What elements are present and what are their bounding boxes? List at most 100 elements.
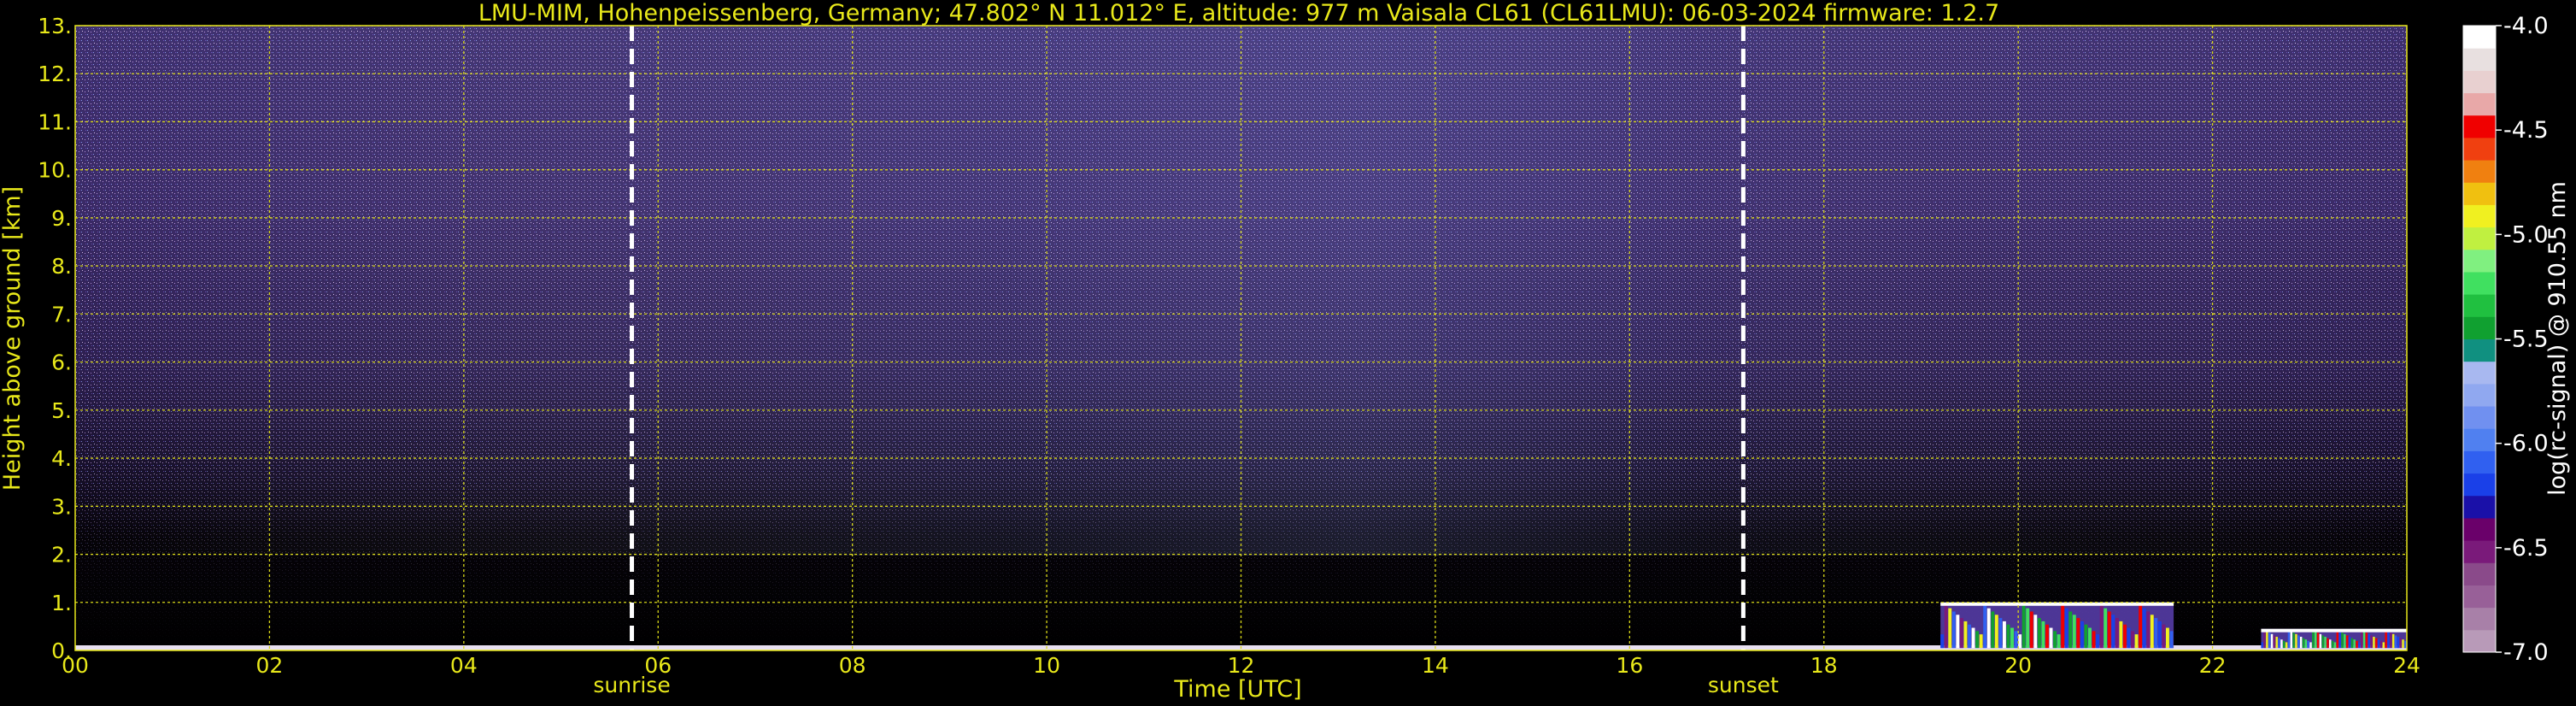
cloud-streak: [2319, 633, 2322, 649]
cloud-streak: [2373, 637, 2375, 649]
colorbar-cell: [2463, 450, 2496, 474]
y-tick-label: 12.: [38, 62, 72, 86]
colorbar-cell: [2463, 406, 2496, 429]
colorbar-cell: [2463, 383, 2496, 407]
cloud-streak: [1951, 611, 1956, 649]
colorbar-cell: [2463, 115, 2496, 138]
cloud-streak: [2268, 632, 2271, 649]
cloud-streak: [2026, 608, 2030, 649]
y-tick-label: 9.: [51, 206, 72, 231]
x-axis-label: Time [UTC]: [1173, 676, 1301, 703]
cloud-streak: [2278, 638, 2280, 649]
cloud-streak: [2379, 640, 2383, 649]
cloud-streak: [2370, 635, 2373, 649]
cloud-streak: [2285, 642, 2288, 649]
cloud-streak: [2280, 639, 2283, 649]
cloud-streak: [2037, 618, 2041, 649]
colorbar-cell: [2463, 48, 2496, 71]
colorbar-cell: [2463, 160, 2496, 183]
cloud-streak: [1940, 634, 1945, 649]
y-axis-ticks: 0.1.2.3.4.5.6.7.8.9.10.11.12.13.: [38, 14, 72, 663]
cloud-streak: [2312, 629, 2315, 649]
cloud-streak: [1994, 615, 1998, 649]
x-tick-label: 04: [450, 653, 478, 678]
cloud-streak: [1968, 624, 1971, 649]
cloud-streak: [2273, 635, 2276, 649]
cloud-streak: [2068, 611, 2073, 649]
cloud-streak: [2345, 635, 2349, 649]
cloud-streak: [2088, 627, 2092, 649]
cloud-streak: [2107, 611, 2111, 649]
cloud-streak: [2134, 634, 2139, 649]
colorbar-cell: [2463, 540, 2496, 563]
cloud-streak: [1959, 618, 1963, 649]
sunset-label: sunset: [1708, 673, 1779, 697]
cloud-streak: [2139, 604, 2143, 649]
colorbar-cell: [2463, 227, 2496, 250]
cloud-streak: [2336, 629, 2338, 649]
x-tick-label: 08: [839, 653, 866, 678]
cloud-streak: [2261, 642, 2263, 649]
cloud-streak: [1991, 611, 1995, 649]
cloud-streak: [2368, 633, 2370, 649]
cloud-streak: [2080, 621, 2084, 649]
y-tick-label: 6.: [51, 350, 72, 375]
cloud-streak: [2099, 604, 2104, 649]
colorbar-tick-label: -6.0: [2503, 431, 2549, 457]
cloud-streak: [2169, 631, 2174, 649]
cloud-streak: [2290, 631, 2292, 649]
cloud-streak: [2021, 604, 2026, 649]
cloud-streak: [2360, 629, 2363, 649]
x-tick-label: 20: [2004, 653, 2032, 678]
x-axis-ticks: 00 02 04 06 08 10 12 14 16 18 20 22 24: [62, 653, 2421, 678]
y-axis-label: Height above ground [km]: [0, 186, 26, 491]
cloud-streak: [2297, 635, 2300, 649]
colorbar-cell: [2463, 495, 2496, 519]
y-tick-label: 2.: [51, 543, 72, 568]
cloud-streak: [2314, 631, 2317, 649]
cloud-streak: [2104, 608, 2108, 649]
cloud-streak: [2391, 633, 2395, 649]
colorbar-cell: [2463, 26, 2496, 49]
y-tick-label: 8.: [51, 254, 72, 279]
cloud-streak: [2122, 624, 2127, 649]
x-tick-label: 02: [256, 653, 284, 678]
cloud-streak: [1983, 604, 1987, 649]
cloud-streak: [2150, 615, 2154, 649]
cloud-streak: [2131, 631, 2134, 649]
cloud-streak: [2157, 621, 2162, 649]
cloud-streak: [2295, 633, 2297, 649]
cloud-streak: [2049, 627, 2053, 649]
colorbar: -4.0 -4.5 -5.0 -5.5 -6.0 -6.5 -7.0 log(rc-sign…: [2462, 13, 2571, 666]
x-tick-label: 12: [1228, 653, 1255, 678]
x-tick-label: 24: [2393, 653, 2421, 678]
cloud-streak: [2299, 637, 2303, 649]
colorbar-cell: [2463, 182, 2496, 205]
cloud-streak: [2329, 639, 2332, 649]
cloud-streak: [2064, 608, 2068, 649]
cloud-streak: [2402, 639, 2404, 649]
cloud-streak: [2045, 624, 2049, 649]
cloud-streak: [1979, 634, 1983, 649]
colorbar-cell: [2463, 428, 2496, 451]
cloud-streak: [2404, 640, 2407, 649]
x-tick-label: 22: [2199, 653, 2227, 678]
cloud-streak: [2142, 608, 2146, 649]
cloud-streak: [2307, 640, 2309, 649]
x-tick-label: 14: [1422, 653, 1449, 678]
colorbar-cell: [2463, 70, 2496, 94]
cloud-streak: [2270, 633, 2274, 649]
colorbar-cell: [2463, 249, 2496, 273]
cloud-streak: [2041, 621, 2045, 649]
x-tick-label: 10: [1033, 653, 1060, 678]
cloud-streak: [2362, 631, 2366, 649]
cloud-streak: [2316, 632, 2320, 649]
colorbar-cell: [2463, 361, 2496, 385]
colorbar-cell: [2463, 271, 2496, 295]
cloud-streak: [2338, 631, 2341, 649]
chart-title: LMU-MIM, Hohenpeissenberg, Germany; 47.8…: [478, 0, 1999, 26]
cloud-streak: [2266, 631, 2268, 649]
y-tick-label: 7.: [51, 302, 72, 327]
y-tick-label: 11.: [38, 109, 72, 134]
cloud-streak: [2341, 632, 2344, 649]
